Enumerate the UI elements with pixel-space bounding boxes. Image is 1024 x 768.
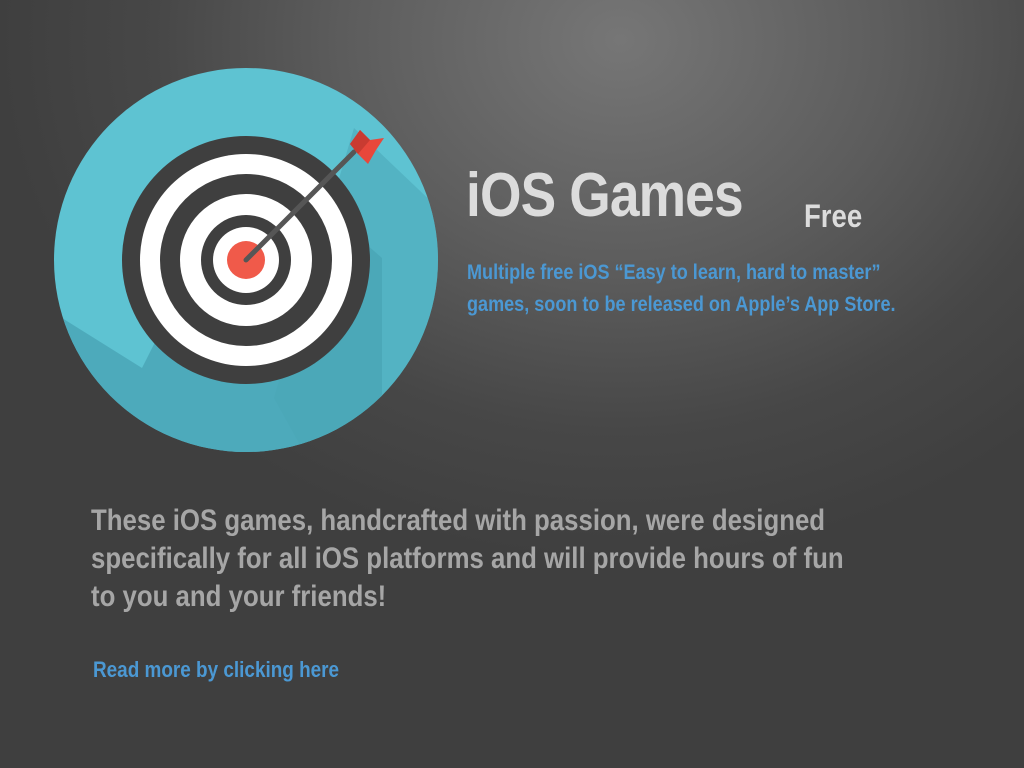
description-line: These iOS games, handcrafted with passio… — [91, 504, 826, 537]
price-badge: Free — [804, 198, 863, 234]
title-row: iOS Games Free — [466, 160, 862, 234]
page-title: iOS Games — [466, 161, 744, 230]
description-line: specifically for all iOS platforms and w… — [91, 542, 844, 575]
subtitle-line: Multiple free iOS “Easy to learn, hard t… — [467, 261, 881, 284]
read-more-link[interactable]: Read more by clicking here — [93, 657, 339, 683]
target-with-arrow-icon — [54, 68, 438, 452]
description-line: to you and your friends! — [91, 580, 387, 613]
description: These iOS games, handcrafted with passio… — [91, 502, 971, 616]
subtitle: Multiple free iOS “Easy to learn, hard t… — [467, 257, 1007, 321]
subtitle-line: games, soon to be released on Apple’s Ap… — [467, 293, 896, 316]
